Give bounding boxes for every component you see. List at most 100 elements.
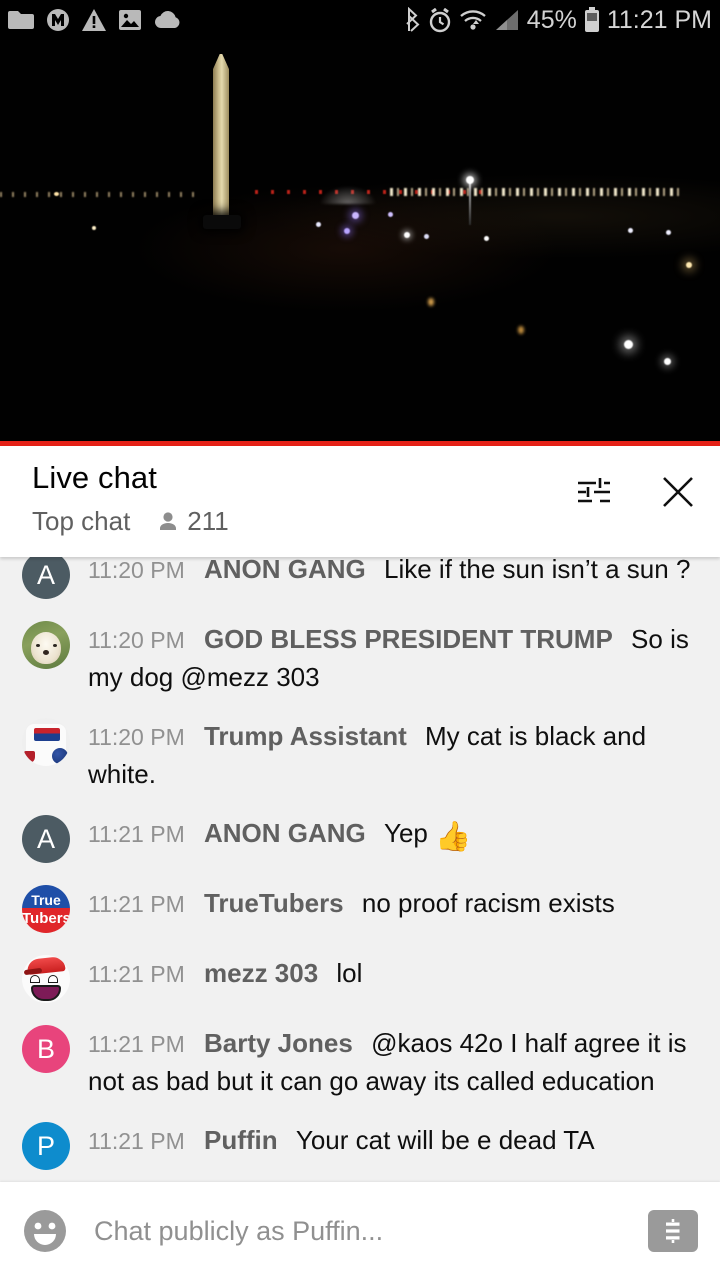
dollar-sign-icon[interactable] bbox=[648, 1210, 698, 1252]
chat-message-body: 11:20 PM GOD BLESS PRESIDENT TRUMP So is… bbox=[88, 619, 700, 696]
light-dot bbox=[344, 228, 350, 234]
video-player[interactable] bbox=[0, 40, 720, 441]
thumbs-up-icon: 👍 bbox=[435, 821, 472, 853]
avatar[interactable] bbox=[22, 621, 70, 669]
message-author[interactable]: GOD BLESS PRESIDENT TRUMP bbox=[204, 624, 613, 654]
cell-signal-icon bbox=[494, 9, 520, 31]
avatar-letter: A bbox=[36, 559, 55, 590]
message-text: Yep bbox=[384, 818, 428, 848]
message-author[interactable]: mezz 303 bbox=[204, 958, 318, 988]
status-bar-clock: 11:21 PM bbox=[606, 5, 712, 34]
light-dot bbox=[424, 234, 429, 239]
light-dot bbox=[404, 232, 410, 238]
message-author[interactable]: Puffin bbox=[204, 1125, 278, 1155]
shirt-logo bbox=[34, 728, 60, 741]
message-text: Like if the sun isn’t a sun ? bbox=[384, 557, 691, 584]
message-author[interactable]: ANON GANG bbox=[204, 818, 366, 848]
chat-message[interactable]: 11:21 PM mezz 303 lol bbox=[0, 943, 720, 1013]
battery-percent: 45% bbox=[526, 5, 577, 34]
chat-message[interactable]: A 11:21 PM ANON GANG Yep 👍 bbox=[0, 803, 720, 873]
image-icon bbox=[118, 9, 142, 31]
chat-message-body: 11:21 PM mezz 303 lol bbox=[88, 953, 362, 1003]
light-dot bbox=[484, 236, 489, 241]
light-dot bbox=[428, 298, 434, 306]
chat-message[interactable]: True Tubers 11:21 PM TrueTubers no proof… bbox=[0, 873, 720, 943]
chat-message-body: 11:21 PM ANON GANG Yep 👍 bbox=[88, 813, 471, 863]
light-dot bbox=[686, 262, 692, 268]
avatar[interactable] bbox=[22, 718, 70, 766]
chat-message[interactable]: B 11:21 PM Barty Jones @kaos 42o I half … bbox=[0, 1013, 720, 1110]
message-author[interactable]: TrueTubers bbox=[204, 888, 344, 918]
distant-lights-left bbox=[0, 192, 200, 197]
shirt-badge-red bbox=[24, 751, 35, 763]
wifi-icon bbox=[459, 9, 487, 31]
domed-building bbox=[320, 186, 376, 204]
message-timestamp: 11:20 PM bbox=[88, 557, 185, 583]
message-timestamp: 11:20 PM bbox=[88, 724, 185, 750]
avatar[interactable]: B bbox=[22, 1025, 70, 1073]
chat-message-body: 11:20 PM ANON GANG Like if the sun isn’t… bbox=[88, 557, 690, 599]
message-author[interactable]: ANON GANG bbox=[204, 557, 366, 584]
viewer-count: 211 bbox=[156, 506, 229, 537]
message-text: lol bbox=[336, 958, 363, 988]
live-chat-header: Live chat Top chat 211 bbox=[0, 446, 720, 557]
emoji-smile-icon[interactable] bbox=[22, 1208, 68, 1254]
message-timestamp: 11:21 PM bbox=[88, 961, 185, 987]
light-dot bbox=[388, 212, 393, 217]
washington-monument bbox=[213, 54, 229, 222]
monument-base-shadow bbox=[203, 215, 241, 229]
avatar[interactable]: A bbox=[22, 557, 70, 599]
chat-message[interactable]: A 11:20 PM ANON GANG Like if the sun isn… bbox=[0, 557, 720, 609]
message-author[interactable]: Trump Assistant bbox=[204, 721, 407, 751]
avatar[interactable] bbox=[22, 955, 70, 1003]
chat-input[interactable] bbox=[94, 1215, 648, 1247]
chat-message[interactable]: 11:20 PM Trump Assistant My cat is black… bbox=[0, 706, 720, 803]
message-text: no proof racism exists bbox=[361, 888, 615, 918]
shirt-badge-blue bbox=[52, 748, 68, 764]
chat-mode-label[interactable]: Top chat bbox=[32, 506, 130, 537]
avatar-logo-bottom: Tubers bbox=[22, 910, 70, 927]
meme-eye-left bbox=[30, 975, 40, 983]
close-icon[interactable] bbox=[658, 472, 698, 512]
street-lamp bbox=[466, 176, 474, 225]
message-author[interactable]: Barty Jones bbox=[204, 1028, 353, 1058]
light-dot bbox=[664, 358, 671, 365]
light-dot bbox=[624, 340, 633, 349]
chat-message-body: 11:21 PM TrueTubers no proof racism exis… bbox=[88, 883, 615, 933]
chat-message-body: 11:20 PM Trump Assistant My cat is black… bbox=[88, 716, 700, 793]
light-dot bbox=[54, 192, 59, 196]
light-dot bbox=[628, 228, 633, 233]
cloud-icon bbox=[154, 11, 182, 29]
chat-header-actions bbox=[530, 472, 698, 512]
folder-icon bbox=[8, 10, 34, 30]
avatar[interactable]: True Tubers bbox=[22, 885, 70, 933]
chat-subheader: Top chat 211 bbox=[32, 506, 229, 537]
status-bar: 45% 11:21 PM bbox=[0, 0, 720, 40]
warning-triangle-icon bbox=[82, 9, 106, 31]
chat-message-body: 11:21 PM Barty Jones @kaos 42o I half ag… bbox=[88, 1023, 700, 1100]
bluetooth-icon bbox=[404, 7, 421, 33]
chat-message[interactable]: P 11:21 PM Puffin Your cat will be e dea… bbox=[0, 1110, 720, 1180]
chat-message[interactable]: 11:20 PM GOD BLESS PRESIDENT TRUMP So is… bbox=[0, 609, 720, 706]
chat-message-list[interactable]: A 11:20 PM ANON GANG Like if the sun isn… bbox=[0, 557, 720, 1182]
tune-icon[interactable] bbox=[574, 472, 614, 512]
phone-screen: 45% 11:21 PM Live chat Top chat 211 A 11… bbox=[0, 0, 720, 1280]
person-icon bbox=[156, 510, 180, 534]
avatar[interactable]: A bbox=[22, 815, 70, 863]
avatar-letter: P bbox=[36, 1130, 55, 1161]
message-timestamp: 11:21 PM bbox=[88, 891, 185, 917]
avatar[interactable]: P bbox=[22, 1122, 70, 1170]
light-dot bbox=[666, 230, 671, 235]
light-dot bbox=[352, 212, 359, 219]
avatar-logo-top: True bbox=[31, 892, 61, 908]
message-timestamp: 11:21 PM bbox=[88, 821, 185, 847]
city-skyline-lights bbox=[390, 188, 680, 196]
status-bar-system: 45% 11:21 PM bbox=[397, 6, 712, 35]
light-dot bbox=[92, 226, 96, 230]
message-timestamp: 11:20 PM bbox=[88, 627, 185, 653]
status-bar-notifications bbox=[8, 8, 194, 32]
chat-input-bar bbox=[0, 1182, 720, 1280]
page-title: Live chat bbox=[32, 460, 157, 495]
m-badge-icon bbox=[46, 8, 70, 32]
meme-eye-right bbox=[48, 975, 58, 983]
